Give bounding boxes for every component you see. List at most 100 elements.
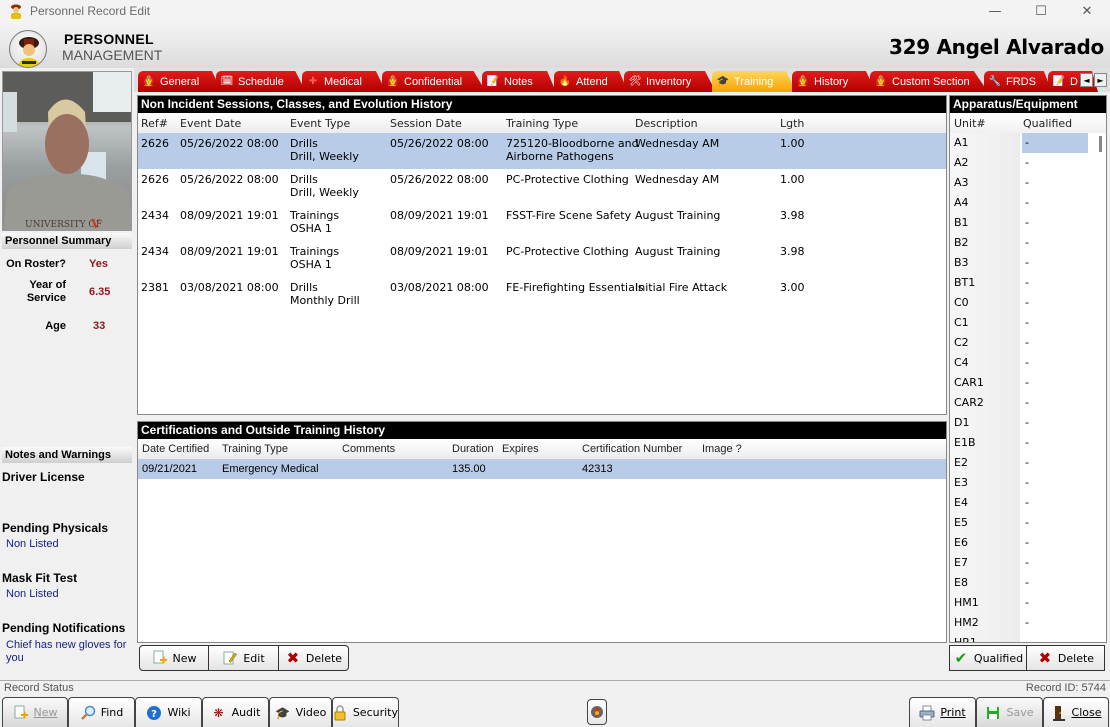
session-row[interactable]: 2434 08/09/2021 19:01 Trainings OSHA 1 08/09… — [138, 205, 946, 241]
apparatus-row[interactable]: CAR2- — [950, 393, 1106, 413]
firefighter-app-button[interactable] — [587, 699, 607, 725]
col-certification-number[interactable]: Certification Number — [582, 443, 682, 455]
apparatus-qualified[interactable]: - — [1022, 593, 1088, 613]
col-training-type[interactable]: Training Type — [506, 117, 578, 130]
apparatus-qualified[interactable]: - — [1022, 433, 1088, 453]
session-row[interactable]: 2626 05/26/2022 08:00 Drills Drill, Weekly 0… — [138, 169, 946, 205]
apparatus-row[interactable]: A1- — [950, 133, 1106, 153]
session-row[interactable]: 2434 08/09/2021 19:01 Trainings OSHA 1 08/09… — [138, 241, 946, 277]
col-description[interactable]: Description — [635, 117, 698, 130]
tab-scroll-right-button[interactable]: ► — [1094, 73, 1107, 87]
security-button[interactable]: Security — [332, 697, 399, 727]
apparatus-qualified[interactable]: - — [1022, 513, 1088, 533]
apparatus-row[interactable]: A4- — [950, 193, 1106, 213]
apparatus-qualified[interactable]: - — [1022, 473, 1088, 493]
apparatus-qualified[interactable]: - — [1022, 253, 1088, 273]
apparatus-row[interactable]: BT1- — [950, 273, 1106, 293]
apparatus-row[interactable]: D1- — [950, 413, 1106, 433]
tab-frds[interactable]: 🔧 FRDS — [984, 71, 1052, 92]
apparatus-qualified[interactable]: - — [1022, 413, 1088, 433]
apparatus-row[interactable]: C2- — [950, 333, 1106, 353]
delete-certification-button[interactable]: ✖ Delete — [279, 645, 349, 671]
col-session-date[interactable]: Session Date — [390, 117, 462, 130]
apparatus-row[interactable]: E6- — [950, 533, 1106, 553]
tab-general[interactable]: 👨‍🚒 General — [138, 71, 222, 92]
personnel-photo[interactable]: UNIVERSITY OF V — [2, 71, 132, 231]
minimize-button[interactable]: — — [972, 0, 1018, 22]
apparatus-qualified[interactable]: - — [1022, 613, 1088, 633]
video-button[interactable]: 🎓 Video — [269, 697, 332, 727]
col-duration[interactable]: Duration — [452, 443, 494, 455]
apparatus-qualified[interactable]: - — [1022, 233, 1088, 253]
tab-scroll-left-button[interactable]: ◄ — [1080, 73, 1093, 87]
tab-medical[interactable]: ✚ Medical — [302, 71, 386, 92]
edit-certification-button[interactable]: Edit — [209, 645, 279, 671]
find-button[interactable]: Find — [68, 697, 135, 727]
col-event-type[interactable]: Event Type — [290, 117, 350, 130]
tab-inventory[interactable]: 🛠 Inventory — [624, 71, 716, 92]
apparatus-row[interactable]: C1- — [950, 313, 1106, 333]
apparatus-qualified[interactable]: - — [1022, 353, 1088, 373]
col-expires[interactable]: Expires — [502, 443, 539, 455]
apparatus-row[interactable]: CAR1- — [950, 373, 1106, 393]
apparatus-qualified[interactable]: - — [1022, 393, 1088, 413]
new-certification-button[interactable]: New — [139, 645, 209, 671]
tab-training[interactable]: 🎓 Training — [712, 71, 796, 92]
print-button[interactable]: Print — [909, 697, 976, 727]
apparatus-qualified[interactable]: - — [1022, 153, 1088, 173]
apparatus-row[interactable]: A3- — [950, 173, 1106, 193]
save-button[interactable]: Save — [976, 697, 1043, 727]
col-date-certified[interactable]: Date Certified — [142, 443, 209, 455]
col-unit[interactable]: Unit# — [954, 117, 986, 130]
tab-attend[interactable]: 🔥 Attend — [554, 71, 628, 92]
col-comments[interactable]: Comments — [342, 443, 395, 455]
apparatus-qualified[interactable]: - — [1022, 133, 1088, 153]
apparatus-row[interactable]: E2- — [950, 453, 1106, 473]
col-qualified[interactable]: Qualified — [1023, 117, 1072, 130]
tab-custom-section[interactable]: 👨‍🚒 Custom Section — [870, 71, 988, 92]
col-ref[interactable]: Ref# — [141, 117, 168, 130]
apparatus-qualified[interactable]: - — [1022, 453, 1088, 473]
apparatus-row[interactable]: HR1- — [950, 633, 1106, 642]
apparatus-qualified[interactable]: - — [1022, 553, 1088, 573]
apparatus-qualified[interactable]: - — [1022, 573, 1088, 593]
apparatus-qualified[interactable]: - — [1022, 333, 1088, 353]
col-length[interactable]: Lgth — [780, 117, 804, 130]
apparatus-row[interactable]: A2- — [950, 153, 1106, 173]
apparatus-row[interactable]: C4- — [950, 353, 1106, 373]
col-event-date[interactable]: Event Date — [180, 117, 241, 130]
apparatus-qualified[interactable]: - — [1022, 373, 1088, 393]
apparatus-qualified[interactable]: - — [1022, 313, 1088, 333]
tab-schedule[interactable]: 🗓 Schedule — [216, 71, 306, 92]
apparatus-qualified[interactable]: - — [1022, 633, 1088, 642]
apparatus-qualified[interactable]: - — [1022, 173, 1088, 193]
apparatus-row[interactable]: B2- — [950, 233, 1106, 253]
apparatus-row[interactable]: B3- — [950, 253, 1106, 273]
audit-button[interactable]: ❋ Audit — [202, 697, 269, 727]
apparatus-row[interactable]: E8- — [950, 573, 1106, 593]
certification-row[interactable]: 09/21/2021 Emergency Medical 135.00 4231… — [138, 459, 946, 479]
apparatus-qualified[interactable]: - — [1022, 213, 1088, 233]
apparatus-row[interactable]: E7- — [950, 553, 1106, 573]
apparatus-qualified[interactable]: - — [1022, 533, 1088, 553]
close-window-button[interactable]: ✕ — [1064, 0, 1110, 22]
apparatus-row[interactable]: E5- — [950, 513, 1106, 533]
apparatus-row[interactable]: E3- — [950, 473, 1106, 493]
apparatus-row[interactable]: C0- — [950, 293, 1106, 313]
wiki-button[interactable]: ? Wiki — [135, 697, 202, 727]
apparatus-qualified[interactable]: - — [1022, 273, 1088, 293]
apparatus-row[interactable]: B1- — [950, 213, 1106, 233]
qualified-button[interactable]: ✔ Qualified — [949, 645, 1027, 671]
apparatus-scrollbar[interactable] — [1099, 136, 1102, 152]
apparatus-qualified[interactable]: - — [1022, 193, 1088, 213]
apparatus-row[interactable]: E1B - — [950, 433, 1106, 453]
delete-apparatus-button[interactable]: ✖ Delete — [1027, 645, 1105, 671]
session-row[interactable]: 2626 05/26/2022 08:00 Drills Drill, Weekly 0… — [138, 133, 946, 169]
apparatus-row[interactable]: E4- — [950, 493, 1106, 513]
new-record-button[interactable]: New — [2, 697, 68, 727]
tab-notes[interactable]: 📝 Notes — [482, 71, 556, 92]
apparatus-qualified[interactable]: - — [1022, 493, 1088, 513]
maximize-button[interactable]: ☐ — [1018, 0, 1064, 22]
apparatus-row[interactable]: HM1- — [950, 593, 1106, 613]
col-image[interactable]: Image ? — [702, 443, 742, 455]
